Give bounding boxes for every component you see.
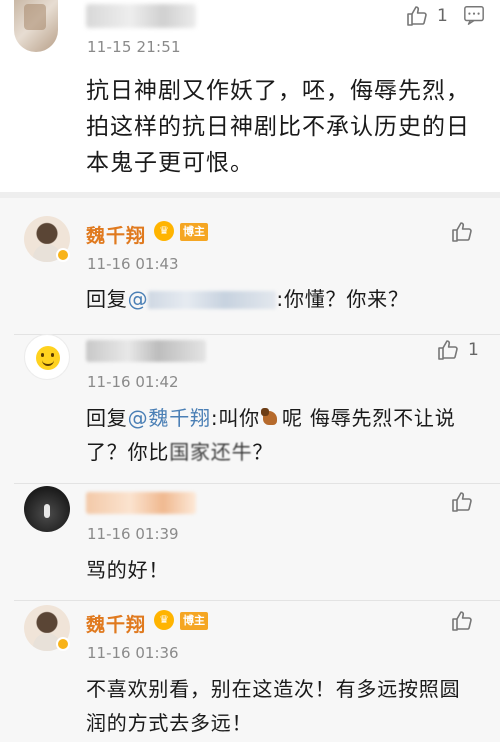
watermark (300, 720, 490, 734)
reply-body-part: 国家还牛 (169, 440, 253, 464)
reply-prefix: 回复 (86, 406, 128, 430)
verified-icon (56, 248, 70, 262)
divider (14, 483, 500, 484)
divider (14, 334, 500, 335)
reply-like-button[interactable] (450, 609, 474, 633)
thumbs-up-icon (407, 6, 427, 26)
crown-icon: ♛ (154, 221, 174, 241)
reply-body-part: :叫你 (210, 406, 260, 430)
thumbs-up-icon (452, 492, 472, 512)
reply-text: 回复@魏千翔:叫你呢 侮辱先烈不让说了？你比国家还牛？ (86, 401, 474, 469)
horse-emoji-icon (260, 408, 282, 428)
commenter-avatar[interactable] (14, 0, 58, 52)
divider (14, 600, 500, 601)
reply-avatar[interactable] (24, 334, 70, 380)
reply-avatar[interactable] (24, 486, 70, 532)
reply-author-name-blurred[interactable] (86, 492, 196, 514)
reply-like-button[interactable] (450, 490, 474, 514)
reply-body: :你懂？你来？ (276, 287, 409, 311)
mention-link[interactable]: @ (128, 287, 149, 311)
crown-icon: ♛ (154, 610, 174, 630)
reply-time: 11-16 01:42 (87, 373, 179, 391)
reply-time: 11-16 01:43 (87, 255, 179, 273)
chat-icon[interactable] (463, 4, 485, 26)
reply-prefix: 回复 (86, 287, 128, 311)
blogger-badge: 博主 (180, 612, 208, 630)
reply-text: 回复@ :你懂？你来？ (86, 282, 474, 316)
reply-like-count: 1 (468, 340, 479, 360)
reply-author-name-blurred[interactable] (86, 340, 206, 362)
main-comment: 11-15 21:51 1 抗日神剧又作妖了，呸，侮辱先烈，拍这样的抗日神剧比不… (0, 0, 500, 196)
thumbs-up-icon (438, 340, 458, 360)
main-like-button[interactable]: 1 (405, 4, 448, 28)
reply-like-button[interactable] (450, 220, 474, 244)
mention-link[interactable]: @魏千翔 (128, 406, 211, 430)
mention-blurred-name[interactable] (148, 291, 277, 309)
thumbs-up-icon (452, 222, 472, 242)
main-like-count: 1 (437, 6, 448, 26)
reply-time: 11-16 01:36 (87, 644, 179, 662)
blogger-badge: 博主 (180, 223, 208, 241)
verified-icon (56, 637, 70, 651)
commenter-name-blurred[interactable] (86, 4, 196, 28)
main-comment-time: 11-15 21:51 (87, 38, 181, 56)
reply-author-name[interactable]: 魏千翔 (86, 221, 146, 248)
smiley-face-icon (36, 346, 60, 370)
reply-text: 骂的好！ (86, 558, 170, 582)
replies-section (0, 192, 500, 742)
reply-body-part: ？ (252, 440, 274, 464)
main-comment-text: 抗日神剧又作妖了，呸，侮辱先烈，拍这样的抗日神剧比不承认历史的日本鬼子更可恨。 (86, 78, 470, 176)
thumbs-up-icon (452, 611, 472, 631)
reply-time: 11-16 01:39 (87, 525, 179, 543)
reply-like-button[interactable]: 1 (436, 338, 479, 362)
reply-author-name[interactable]: 魏千翔 (86, 610, 146, 637)
